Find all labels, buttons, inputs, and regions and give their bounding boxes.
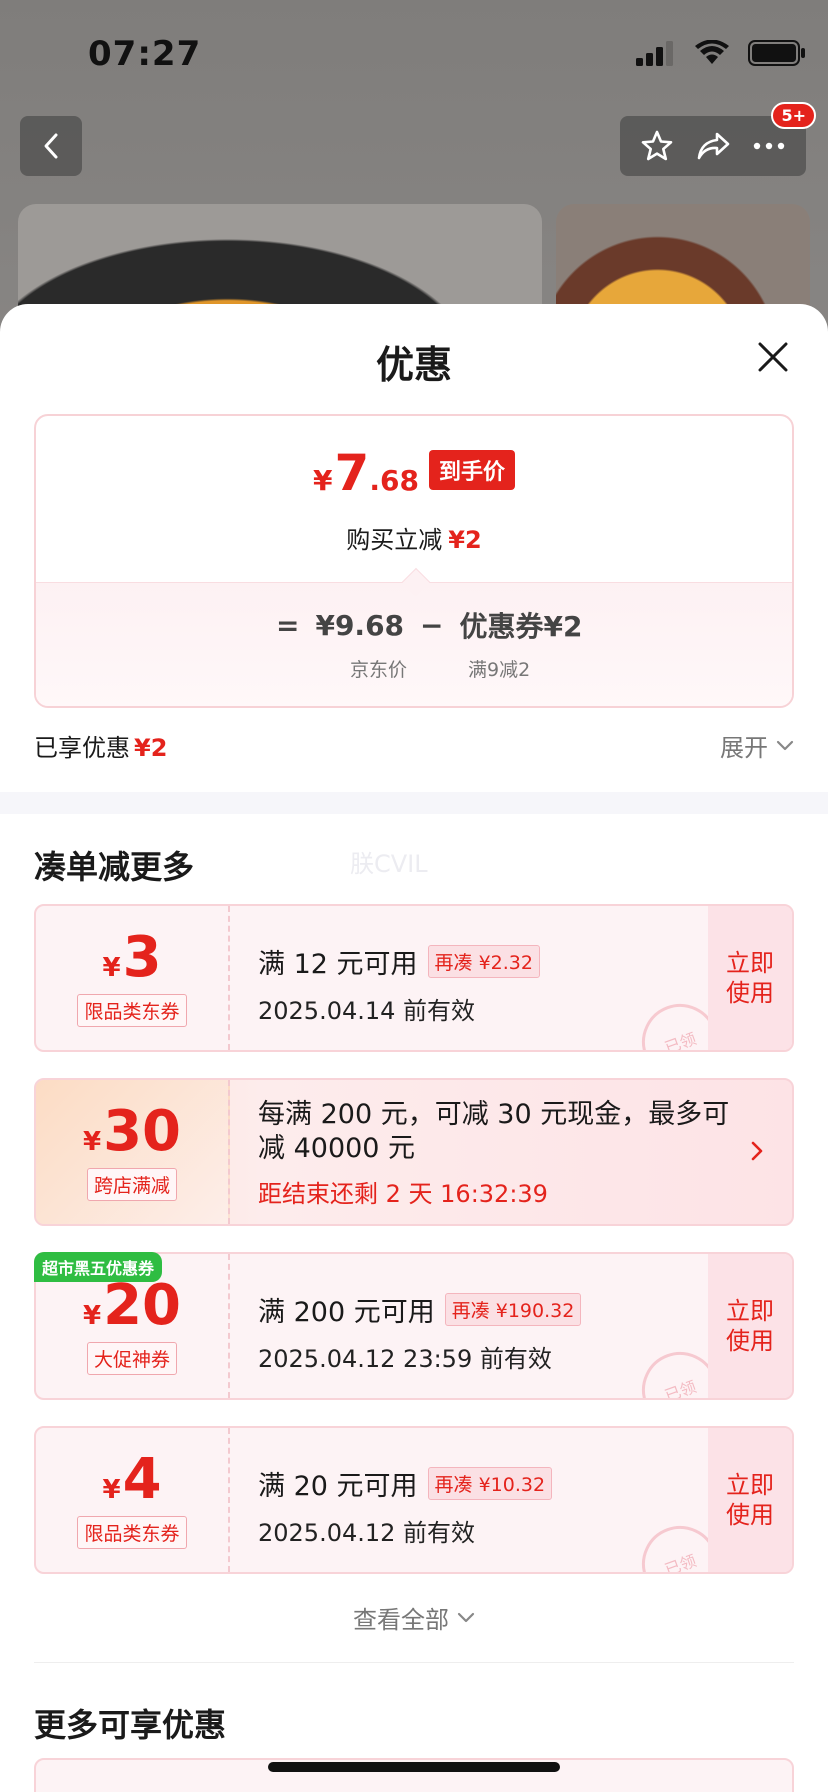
coupon-amount: ¥ 30 [82, 1098, 182, 1164]
currency-symbol: ¥ [102, 952, 121, 983]
price-breakdown: = ¥9.68 − 优惠券¥2 京东价 满9减2 [36, 582, 792, 706]
coupon-condition: 满 12 元可用 再凑 ¥2.32 [258, 942, 540, 981]
section-title-more-offers: 更多可享优惠 [34, 1706, 227, 1744]
coupon-event-badge: 超市黑五优惠券 [34, 1252, 163, 1282]
view-all-label: 查看全部 [353, 1606, 449, 1634]
coupon-details: 满 200 元可用 再凑 ¥190.32 2025.04.12 23:59 前有… [258, 1290, 582, 1374]
final-price-value: ¥ 7 .68 [313, 448, 419, 498]
coupon-amount-value: 30 [103, 1098, 182, 1164]
enjoyed-discount-value: ¥2 [134, 734, 168, 762]
coupon-card[interactable]: ¥ 3 限品类东券 满 12 元可用 再凑 ¥2.32 2025.04.14 前… [34, 904, 794, 1052]
instant-discount-label: 购买立减 [346, 526, 443, 554]
formula-labels: 京东价 满9减2 [314, 655, 530, 682]
coupon-type: 跨店满减 [86, 1167, 177, 1201]
price-integer: 7 [334, 444, 370, 502]
chevron-down-icon [776, 740, 794, 750]
final-price-card: ¥ 7 .68 到手价 购买立减 ¥2 = ¥9.68 − 优惠券¥2 京东价 满… [34, 414, 794, 708]
promo-details: 每满 200 元，可减 30 元现金，最多可减 40000 元 距结束还剩 2 … [258, 1098, 738, 1209]
status-bar: 07:27 [0, 0, 828, 100]
coupon-condition-text: 满 20 元可用 [258, 1471, 418, 1502]
coupon-amount-area: ¥ 30 跨店满减 [36, 1080, 230, 1224]
coupon-card[interactable]: ¥ 4 限品类东券 满 20 元可用 再凑 ¥10.32 2025.04.12 … [34, 1426, 794, 1574]
more-icon[interactable] [752, 141, 786, 151]
chevron-down-icon [457, 1612, 475, 1622]
instant-discount: 购买立减 ¥2 [36, 520, 792, 555]
star-icon[interactable] [640, 129, 674, 163]
wifi-icon [695, 40, 729, 64]
coupon-condition-text: 满 12 元可用 [258, 949, 418, 980]
use-now-button[interactable]: 立即使用 [708, 1254, 792, 1398]
message-count-badge: 5+ [771, 102, 816, 129]
chevron-right-icon[interactable] [750, 1140, 764, 1162]
instant-discount-value: ¥2 [448, 526, 482, 554]
coupon-amount-value: 20 [103, 1272, 182, 1338]
coupon-remaining-chip: 再凑 ¥10.32 [427, 1467, 553, 1500]
section-divider [0, 792, 828, 814]
cross-store-promo-card[interactable]: ¥ 30 跨店满减 每满 200 元，可减 30 元现金，最多可减 40000 … [34, 1078, 794, 1226]
coupon-rule-label: 满9减2 [468, 659, 531, 681]
watermark: 朕CVIL [350, 850, 428, 878]
coupon-validity: 2025.04.12 前有效 [258, 1519, 476, 1547]
price-decimal: .68 [369, 464, 419, 497]
jd-price-label: 京东价 [350, 659, 408, 681]
use-now-label: 立即使用 [726, 1471, 774, 1529]
view-all-button[interactable]: 查看全部 [0, 1600, 828, 1635]
use-now-label: 立即使用 [726, 1297, 774, 1355]
coupon-amount: ¥ 20 [82, 1272, 182, 1338]
coupon-validity: 2025.04.14 前有效 [258, 997, 476, 1025]
currency-symbol: ¥ [102, 1474, 121, 1505]
coupon-type: 大促神券 [86, 1341, 177, 1375]
coupon-details: 满 20 元可用 再凑 ¥10.32 2025.04.12 前有效 [258, 1464, 553, 1548]
sheet-title: 优惠 [375, 343, 452, 387]
coupon-condition-text: 满 200 元可用 [258, 1297, 435, 1328]
currency-symbol: ¥ [82, 1126, 102, 1157]
coupon-condition: 满 20 元可用 再凑 ¥10.32 [258, 1464, 553, 1503]
signal-icon [636, 41, 673, 66]
expand-button[interactable]: 展开 [720, 728, 794, 763]
promo-description: 每满 200 元，可减 30 元现金，最多可减 40000 元 [258, 1099, 730, 1164]
battery-icon [748, 40, 805, 66]
coupon-amount-area: ¥ 4 限品类东券 [36, 1428, 230, 1572]
section-title-more-discount: 凑单减更多 [34, 848, 195, 886]
coupon-remaining-chip: 再凑 ¥190.32 [444, 1293, 582, 1326]
chevron-left-icon [44, 133, 58, 159]
discount-sheet: 优惠 ¥ 7 .68 到手价 购买立减 ¥2 = ¥9.68 − 优惠券¥2 京… [0, 304, 828, 1792]
coupon-deduction: 优惠券¥2 [459, 610, 583, 643]
coupon-amount-value: 4 [122, 1446, 162, 1512]
use-now-button[interactable]: 立即使用 [708, 906, 792, 1050]
jd-price-value: ¥9.68 [315, 608, 405, 642]
final-price-tag: 到手价 [428, 450, 515, 490]
status-time: 07:27 [88, 34, 202, 74]
share-icon[interactable] [695, 130, 731, 162]
status-icons [636, 40, 806, 66]
coupon-remaining-chip: 再凑 ¥2.32 [427, 945, 540, 978]
enjoyed-discount-label: 已享优惠 [34, 734, 130, 762]
equals-sign: = [276, 608, 300, 642]
coupon-amount: ¥ 3 [102, 924, 162, 990]
currency-symbol: ¥ [82, 1300, 102, 1331]
back-button[interactable] [20, 116, 82, 176]
use-now-label: 立即使用 [726, 949, 774, 1007]
coupon-type: 限品类东券 [77, 993, 187, 1027]
section-divider-line [34, 1662, 794, 1663]
enjoyed-discount: 已享优惠 ¥2 [34, 728, 167, 763]
coupon-condition: 满 200 元可用 再凑 ¥190.32 [258, 1290, 582, 1329]
home-indicator [268, 1762, 560, 1772]
coupon-amount-area: ¥ 3 限品类东券 [36, 906, 230, 1050]
price-summary: ¥ 7 .68 到手价 购买立减 ¥2 [36, 416, 792, 582]
coupon-type: 限品类东券 [77, 1515, 187, 1549]
coupon-amount-value: 3 [122, 924, 162, 990]
final-price: ¥ 7 .68 到手价 [36, 448, 792, 498]
promo-countdown: 距结束还剩 2 天 16:32:39 [258, 1180, 548, 1208]
coupon-validity: 2025.04.12 23:59 前有效 [258, 1345, 552, 1373]
close-icon[interactable] [756, 340, 790, 374]
coupon-amount: ¥ 4 [102, 1446, 162, 1512]
price-formula: = ¥9.68 − 优惠券¥2 [276, 605, 582, 645]
coupon-details: 满 12 元可用 再凑 ¥2.32 2025.04.14 前有效 [258, 942, 540, 1026]
expand-label: 展开 [720, 734, 768, 762]
use-now-button[interactable]: 立即使用 [708, 1428, 792, 1572]
minus-sign: − [420, 608, 444, 642]
currency-symbol: ¥ [313, 464, 333, 497]
